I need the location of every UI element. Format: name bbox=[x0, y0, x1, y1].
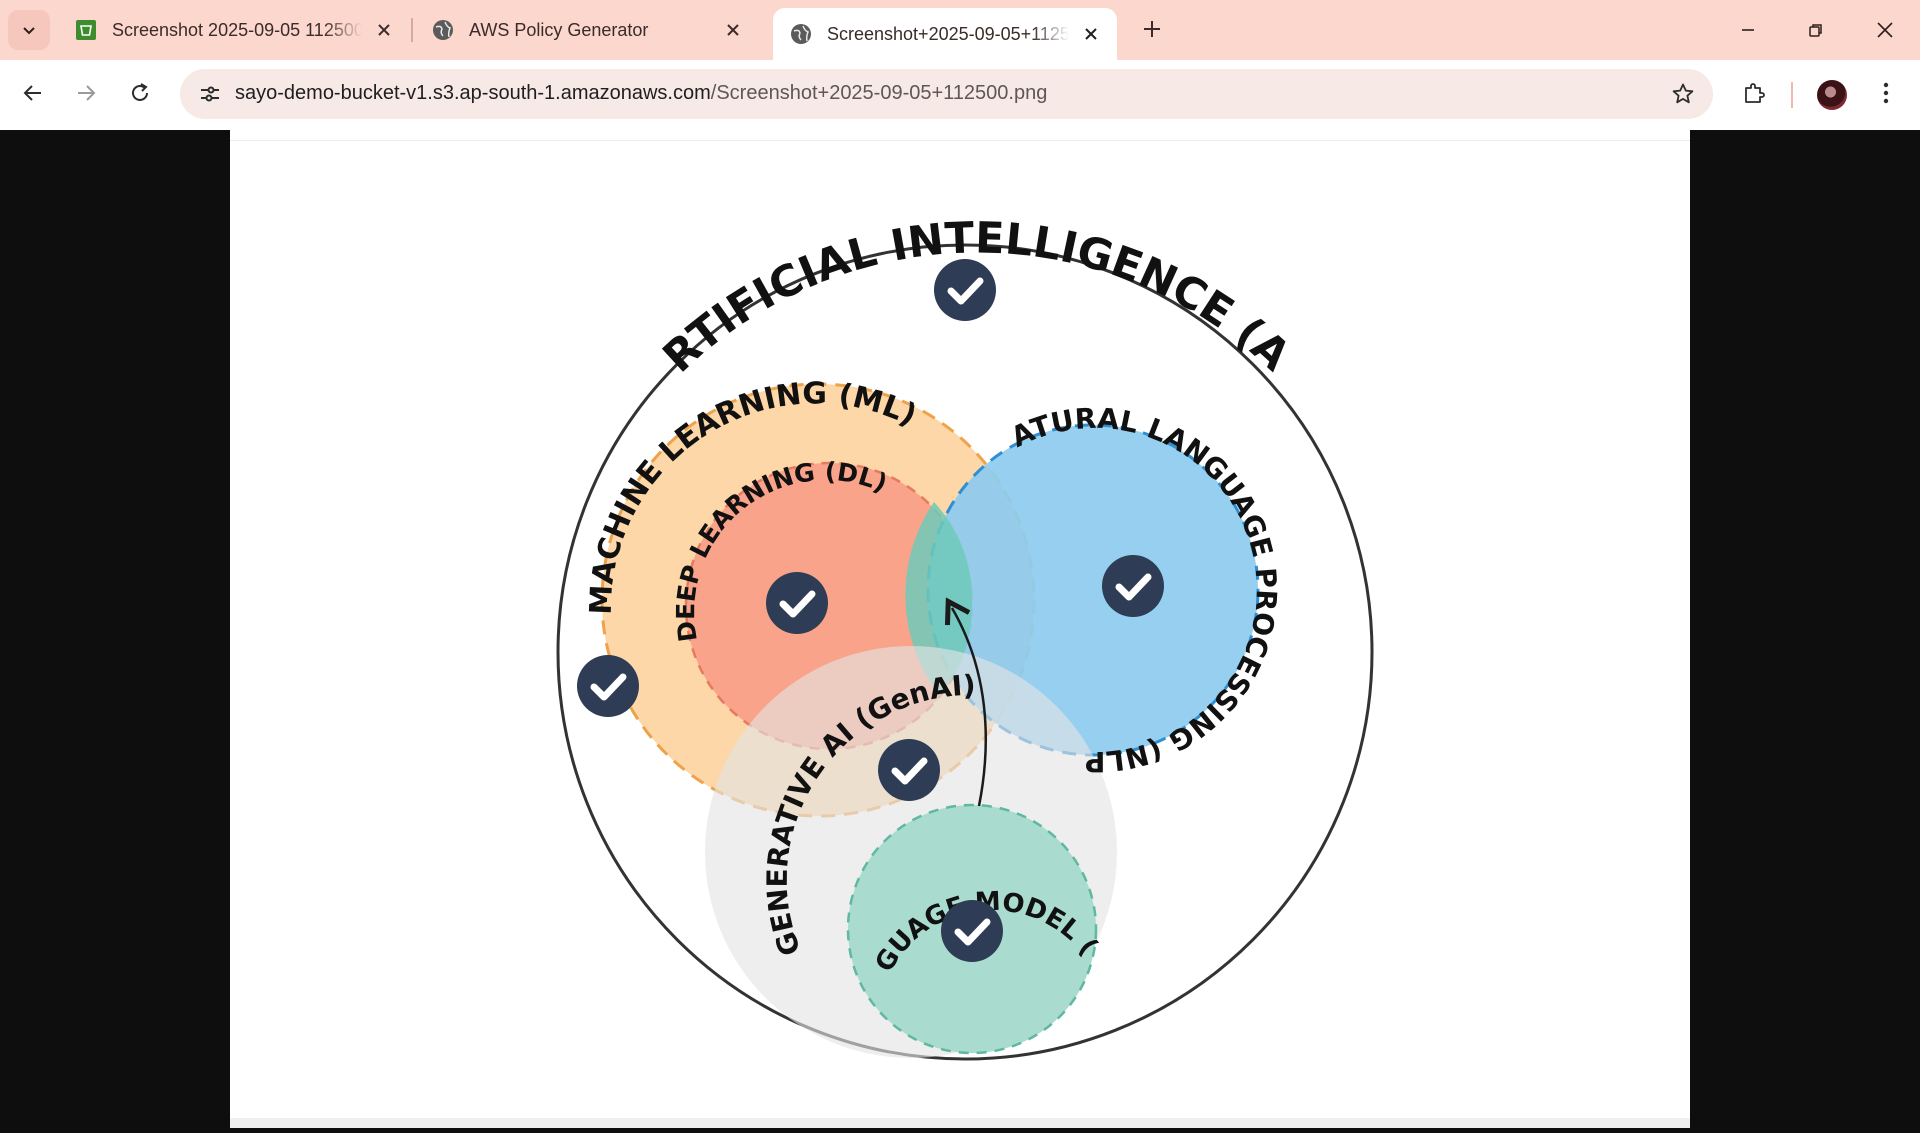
tab-title: AWS Policy Generator bbox=[469, 19, 649, 40]
forward-button[interactable] bbox=[66, 73, 106, 113]
check-circle-icon bbox=[878, 739, 940, 801]
check-circle-icon bbox=[934, 259, 996, 321]
reload-button[interactable] bbox=[120, 73, 160, 113]
ai-label: ARTIFICIAL INTELLIGENCE (AI) bbox=[230, 130, 1300, 382]
profile-avatar[interactable] bbox=[1817, 80, 1847, 110]
close-icon bbox=[1877, 22, 1893, 38]
puzzle-icon bbox=[1745, 83, 1765, 103]
globe-icon bbox=[431, 18, 455, 42]
arrow-right-icon bbox=[78, 85, 96, 101]
minimize-button[interactable] bbox=[1726, 10, 1770, 50]
image-bottom-edge bbox=[230, 1118, 1690, 1128]
extensions-button[interactable] bbox=[1734, 73, 1774, 113]
tab-separator bbox=[411, 18, 413, 42]
chevron-down-icon bbox=[23, 27, 35, 35]
menu-button[interactable] bbox=[1866, 73, 1906, 113]
tab-screenshot-png[interactable]: Screenshot 2025-09-05 112500.png bbox=[58, 8, 410, 52]
tab-screenshot-active[interactable]: Screenshot+2025-09-05+112500.png bbox=[773, 8, 1117, 60]
tab-search-button[interactable] bbox=[8, 10, 50, 50]
star-icon bbox=[1672, 83, 1694, 104]
browser-tab-strip: Screenshot 2025-09-05 112500.png AWS Pol… bbox=[0, 0, 1920, 60]
restore-icon bbox=[1809, 24, 1822, 37]
close-tab-icon[interactable] bbox=[721, 18, 745, 42]
check-circle-icon bbox=[577, 655, 639, 717]
arrow-left-icon bbox=[23, 85, 41, 101]
url-text[interactable]: sayo-demo-bucket-v1.s3.ap-south-1.amazon… bbox=[235, 82, 1047, 105]
tune-icon bbox=[201, 86, 219, 102]
browser-toolbar: sayo-demo-bucket-v1.s3.ap-south-1.amazon… bbox=[0, 60, 1920, 130]
toolbar-divider bbox=[1791, 82, 1793, 108]
tab-title: Screenshot+2025-09-05+112500.png bbox=[827, 23, 1069, 44]
back-button[interactable] bbox=[13, 73, 53, 113]
ai-label-text: ARTIFICIAL INTELLIGENCE (AI) bbox=[213, 91, 1300, 382]
site-info-button[interactable] bbox=[192, 76, 228, 112]
check-circle-icon bbox=[941, 900, 1003, 962]
new-tab-button[interactable] bbox=[1135, 12, 1169, 46]
ai-venn-diagram: ARTIFICIAL INTELLIGENCE (AI) MACHINE LEA… bbox=[213, 91, 1374, 1061]
restore-button[interactable] bbox=[1794, 10, 1838, 50]
tab-aws-policy-generator[interactable]: AWS Policy Generator bbox=[415, 8, 759, 52]
address-bar[interactable]: sayo-demo-bucket-v1.s3.ap-south-1.amazon… bbox=[180, 69, 1713, 119]
image-edge bbox=[230, 140, 1690, 141]
bookmark-button[interactable] bbox=[1667, 78, 1699, 110]
minimize-icon bbox=[1742, 29, 1754, 31]
green-bucket-icon bbox=[74, 18, 98, 42]
reload-icon bbox=[132, 83, 148, 101]
close-tab-icon[interactable] bbox=[1079, 22, 1103, 46]
tab-title: Screenshot 2025-09-05 112500.png bbox=[112, 19, 362, 40]
check-circle-icon bbox=[1102, 555, 1164, 617]
close-window-button[interactable] bbox=[1863, 10, 1907, 50]
url-path: /Screenshot+2025-09-05+112500.png bbox=[710, 82, 1048, 104]
more-vert-icon bbox=[1883, 82, 1889, 104]
check-circle-icon bbox=[766, 572, 828, 634]
globe-icon bbox=[789, 22, 813, 46]
displayed-image: ARTIFICIAL INTELLIGENCE (AI) MACHINE LEA… bbox=[213, 91, 1690, 1128]
page-viewport: ARTIFICIAL INTELLIGENCE (AI) MACHINE LEA… bbox=[0, 91, 1920, 1128]
close-tab-icon[interactable] bbox=[372, 18, 396, 42]
plus-icon bbox=[1144, 21, 1160, 37]
url-host: sayo-demo-bucket-v1.s3.ap-south-1.amazon… bbox=[235, 82, 711, 104]
